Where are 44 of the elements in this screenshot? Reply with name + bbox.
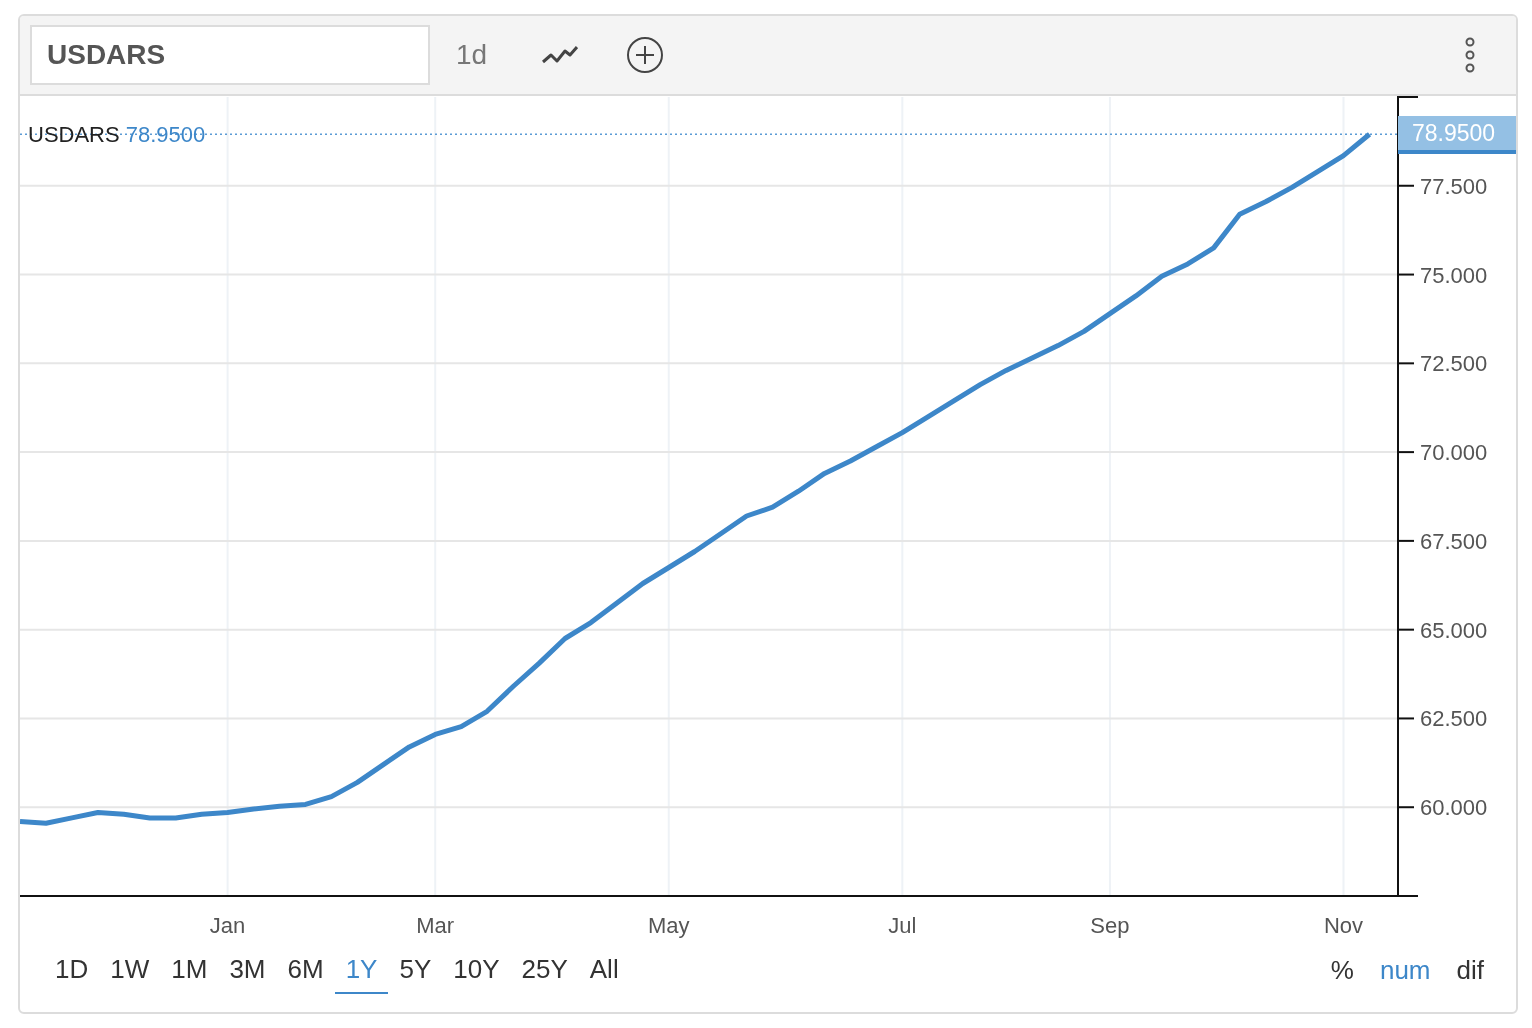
x-axis-label: Jul: [888, 913, 917, 938]
tick-mark: [1397, 273, 1415, 276]
tick-mark: [1397, 717, 1415, 720]
more-vertical-icon[interactable]: [1464, 37, 1476, 73]
legend-symbol: USDARS: [28, 121, 120, 149]
y-axis-label: 75.000: [1420, 262, 1488, 288]
x-axis-label: Sep: [1090, 913, 1130, 938]
add-circle-icon[interactable]: [626, 36, 665, 74]
y-axis-label: 70.000: [1420, 440, 1488, 466]
range-tab[interactable]: 1Y: [334, 946, 389, 994]
y-axis-label: 67.500: [1420, 528, 1488, 554]
y-axis-label: 72.500: [1420, 351, 1488, 377]
tick-mark: [1397, 806, 1415, 809]
range-tab[interactable]: 6M: [276, 946, 335, 994]
range-tab[interactable]: 5Y: [388, 946, 443, 994]
range-tab[interactable]: 25Y: [510, 946, 579, 994]
range-tab[interactable]: All: [578, 946, 630, 994]
mode-toggle[interactable]: dif: [1446, 946, 1494, 994]
y-axis-label: 60.000: [1420, 795, 1488, 821]
tick-mark: [1397, 362, 1415, 365]
mode-toggle[interactable]: num: [1369, 946, 1441, 994]
tick-mark: [1397, 451, 1415, 454]
x-axis-label: Nov: [1323, 913, 1364, 938]
range-tab[interactable]: 3M: [218, 946, 277, 994]
range-tab[interactable]: 10Y: [442, 946, 511, 994]
mode-toggle[interactable]: %: [1320, 946, 1364, 994]
y-axis-label: 65.000: [1420, 617, 1488, 643]
y-axis-label: 77.500: [1420, 173, 1488, 199]
symbol-field[interactable]: USDARS: [30, 25, 430, 85]
range-tab[interactable]: 1D: [44, 946, 100, 994]
interval-button[interactable]: 1d: [456, 34, 488, 76]
tick-mark: [1397, 628, 1415, 631]
legend-value: 78.9500: [125, 121, 206, 149]
x-axis-label: Jan: [209, 913, 246, 938]
tick-mark: [1397, 184, 1415, 187]
range-tab[interactable]: 1M: [160, 946, 219, 994]
x-axis-label: May: [648, 913, 690, 938]
y-axis-label: 62.500: [1420, 706, 1488, 732]
tick-mark: [1397, 539, 1415, 542]
tick-mark: [1397, 96, 1419, 98]
x-axis-label: Mar: [416, 913, 455, 938]
range-tab[interactable]: 1W: [99, 946, 161, 994]
price-tag: 78.9500: [1398, 116, 1516, 155]
line-chart-icon[interactable]: [542, 45, 579, 65]
